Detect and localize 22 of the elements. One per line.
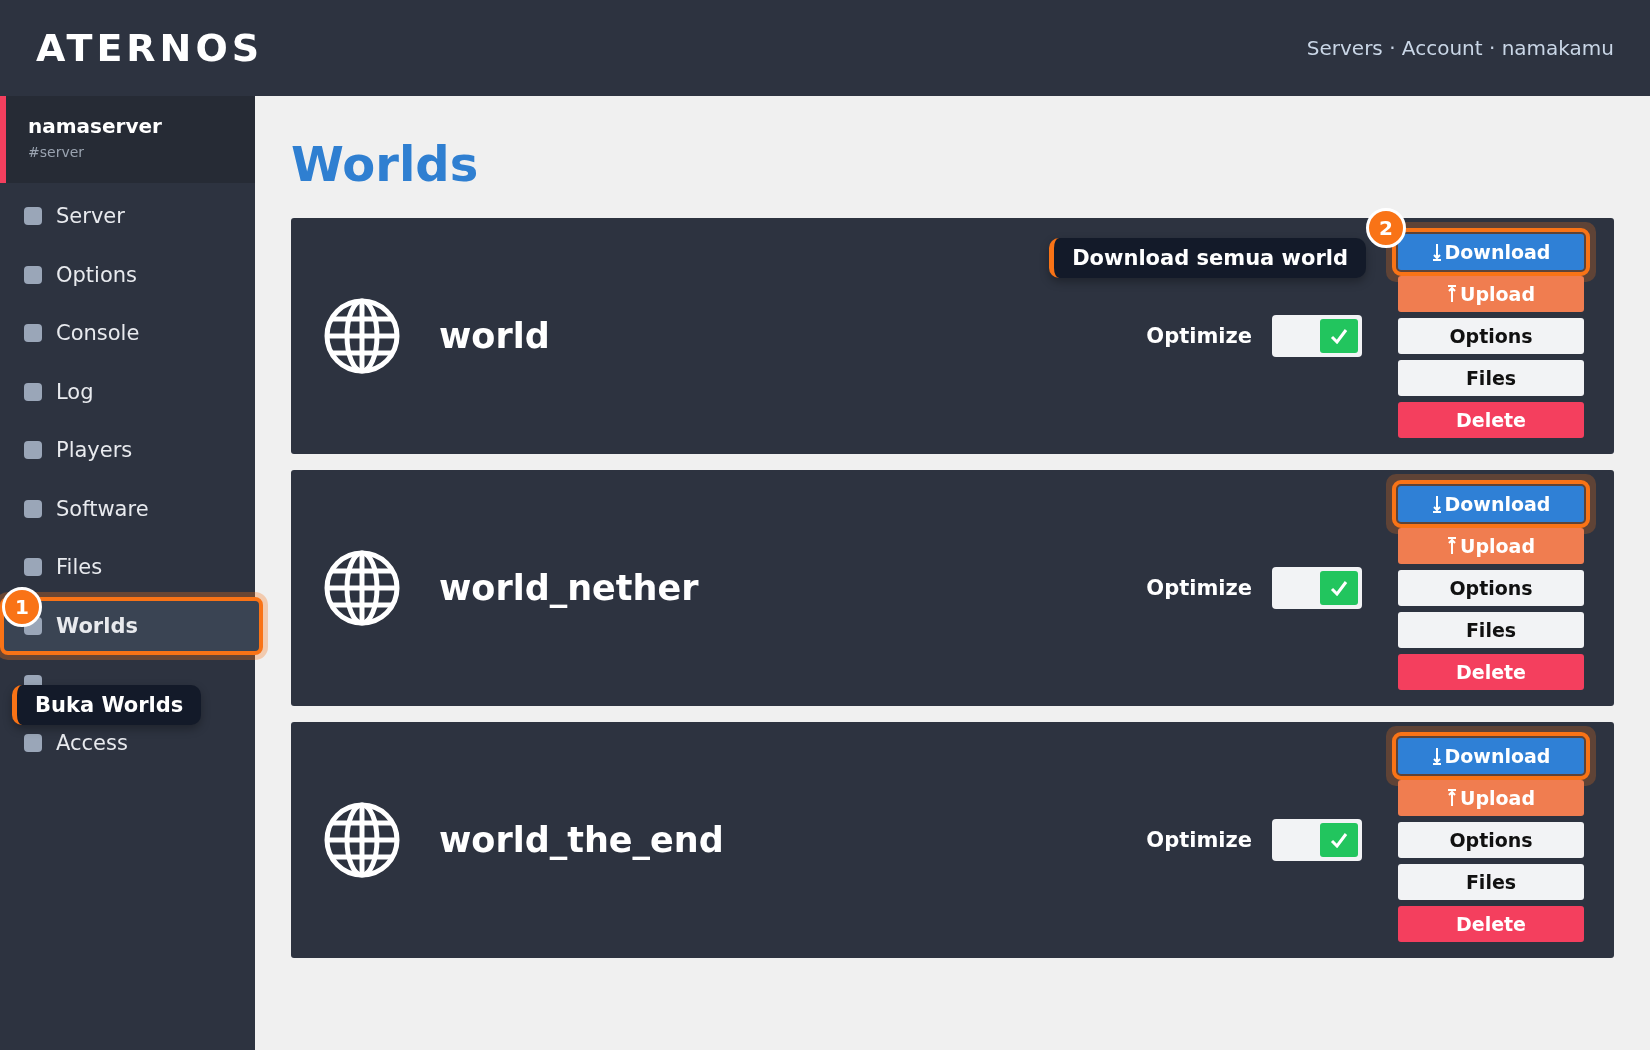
tooltip: Download semua world <box>1049 238 1366 278</box>
sidebar-item-label: Options <box>56 262 138 287</box>
sidebar-item-label: Server <box>56 204 125 229</box>
page-title: Worlds <box>291 136 480 192</box>
sidebar-item-label: Access <box>56 730 128 755</box>
step-badge: 2 <box>1366 208 1406 248</box>
server-address: #server <box>28 144 86 160</box>
sidebar-item-label: Files <box>56 555 103 580</box>
optimize-label: Optimize <box>1146 828 1252 852</box>
sidebar-item-label: Players <box>56 438 133 463</box>
sidebar-item-label: Worlds <box>56 613 138 638</box>
optimize-label: Optimize <box>1146 324 1252 348</box>
sidebar-item-label: Software <box>56 496 149 521</box>
tooltip: Buka Worlds <box>12 684 202 725</box>
step-badge: 1 <box>2 586 42 627</box>
world-name: world_the_end <box>439 820 725 860</box>
server-name: namaserver <box>28 114 163 138</box>
sidebar-item-label: Log <box>56 379 94 404</box>
optimize-label: Optimize <box>1146 576 1252 600</box>
world-name: world <box>439 316 551 356</box>
world-name: world_nether <box>439 568 700 608</box>
sidebar-item-label: Console <box>56 321 140 346</box>
